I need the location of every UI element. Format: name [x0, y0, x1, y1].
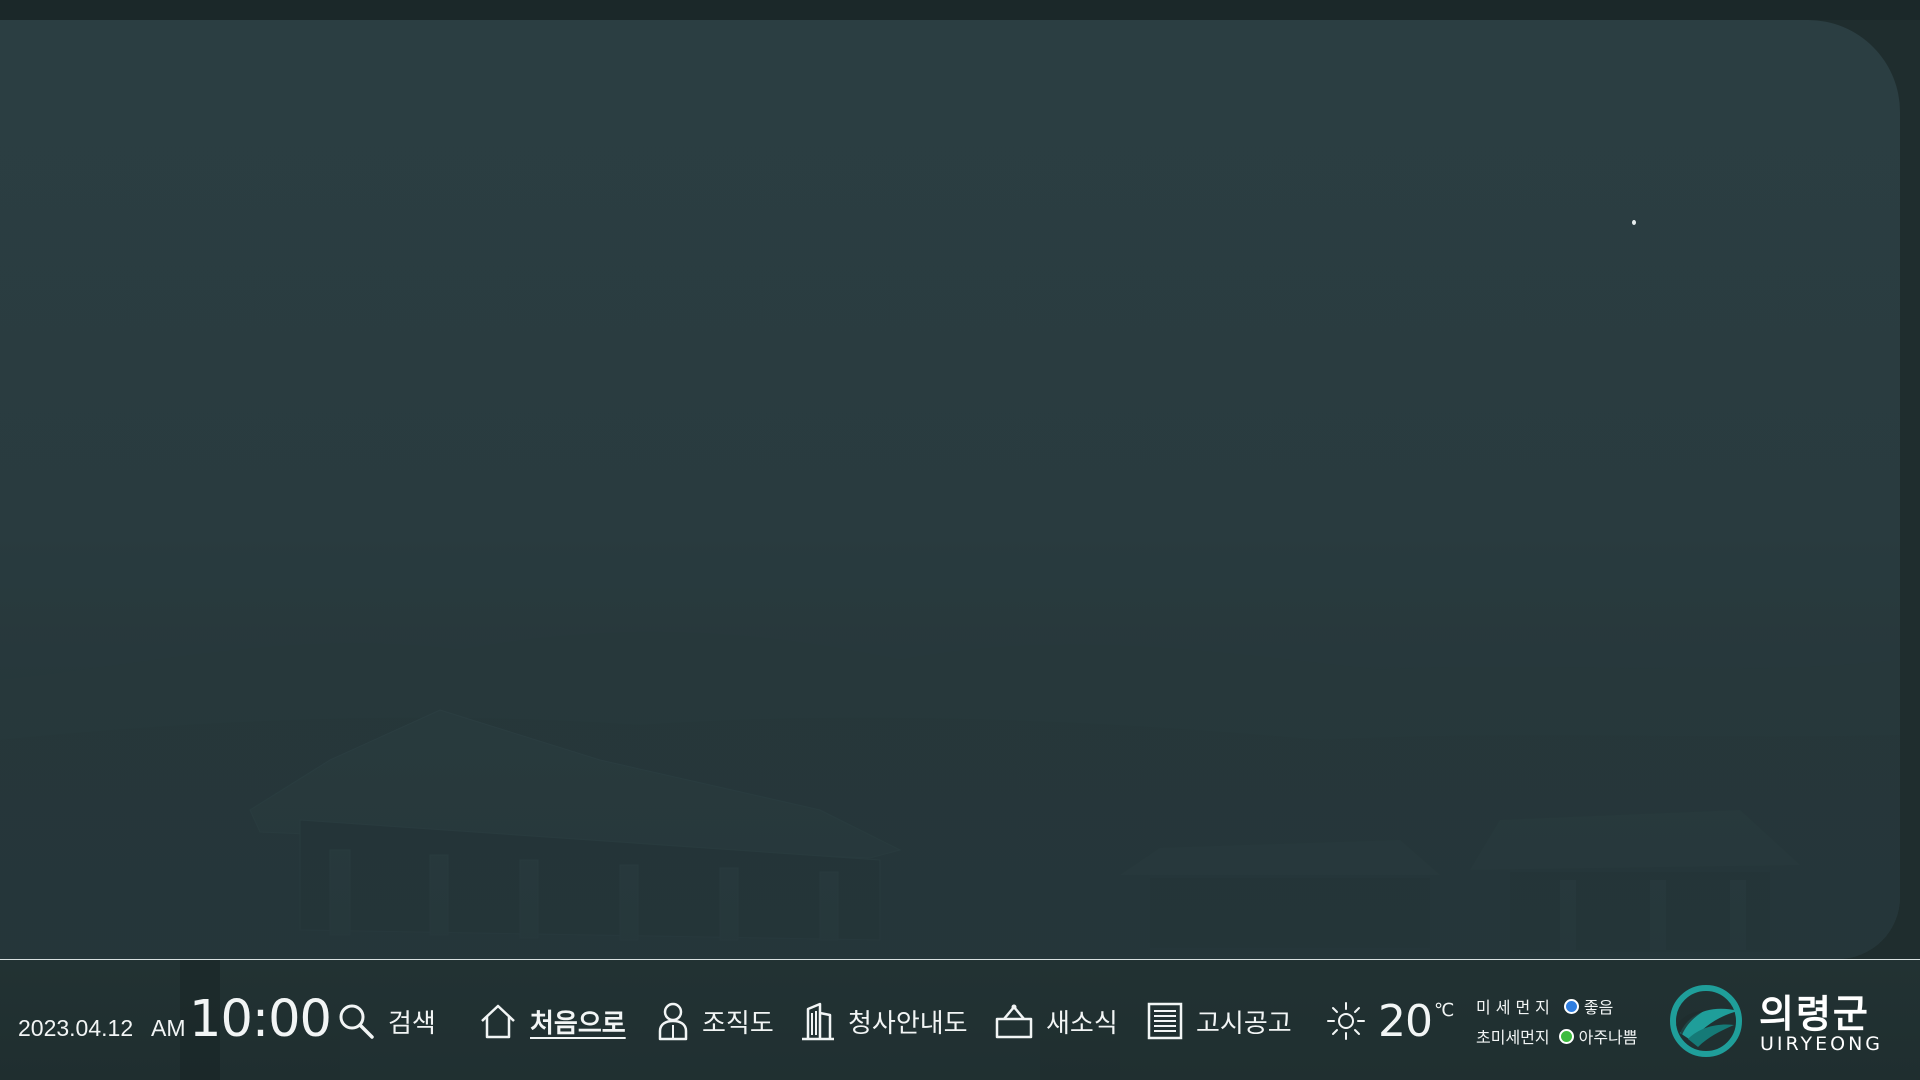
- building-icon: [802, 1002, 834, 1041]
- org-chart-button[interactable]: 조직도: [656, 996, 774, 1046]
- ultrafine-dust-status: 아주나쁨: [1578, 1028, 1638, 1047]
- people-icon: [658, 1002, 688, 1041]
- logo-name: 의령군: [1759, 992, 1870, 1036]
- building-guide-button[interactable]: 청사안내도: [800, 996, 968, 1046]
- news-button[interactable]: 새소식: [994, 996, 1118, 1046]
- document-icon: [1147, 1002, 1183, 1040]
- uiryeong-logo: 의령군 UIRYEONG: [1668, 981, 1908, 1061]
- building-guide-label: 청사안내도: [848, 1008, 968, 1039]
- news-label: 새소식: [1046, 1008, 1118, 1039]
- background-scenery: [0, 20, 1900, 959]
- weather-widget: 20 ℃: [1326, 994, 1454, 1048]
- fine-dust-row: 미세먼지 좋음: [1476, 995, 1613, 1017]
- time-display: 10:00: [189, 990, 332, 1049]
- notice-button[interactable]: 고시공고: [1146, 996, 1292, 1046]
- top-strip: [0, 0, 1920, 20]
- ultrafine-dust-row: 초미세먼지 아주나쁨: [1476, 1025, 1638, 1047]
- logo-roman: UIRYEONG: [1760, 1033, 1883, 1055]
- ultrafine-dust-label: 초미세먼지: [1476, 1028, 1550, 1047]
- fine-dust-label: 미세먼지: [1476, 998, 1555, 1017]
- temperature-unit: ℃: [1434, 999, 1455, 1021]
- search-label: 검색: [388, 1008, 436, 1039]
- home-button[interactable]: 처음으로: [478, 996, 626, 1046]
- ampm-display: AM: [151, 1015, 186, 1041]
- main-content-panel[interactable]: [0, 20, 1900, 959]
- search-icon: [339, 1004, 374, 1039]
- bag-icon: [995, 1004, 1033, 1039]
- fine-dust-status: 좋음: [1583, 998, 1614, 1017]
- notice-label: 고시공고: [1196, 1008, 1292, 1039]
- fine-dust-status-dot: [1563, 998, 1579, 1014]
- search-button[interactable]: 검색: [336, 996, 436, 1046]
- temperature-value: 20: [1378, 995, 1433, 1047]
- sun-icon: [1327, 1002, 1365, 1040]
- home-label: 처음으로: [530, 1008, 626, 1039]
- date-display: 2023.04.12: [18, 1015, 134, 1041]
- ultrafine-dust-status-dot: [1558, 1028, 1574, 1044]
- org-chart-label: 조직도: [702, 1008, 774, 1039]
- kiosk-screen: 2023.04.12 AM 10:00 검색 처음으로 조직도 청사안내도 새소…: [0, 0, 1920, 1080]
- panel-dot: [1632, 220, 1636, 225]
- home-icon: [481, 1004, 515, 1039]
- uiryeong-emblem-icon: [1670, 985, 1742, 1057]
